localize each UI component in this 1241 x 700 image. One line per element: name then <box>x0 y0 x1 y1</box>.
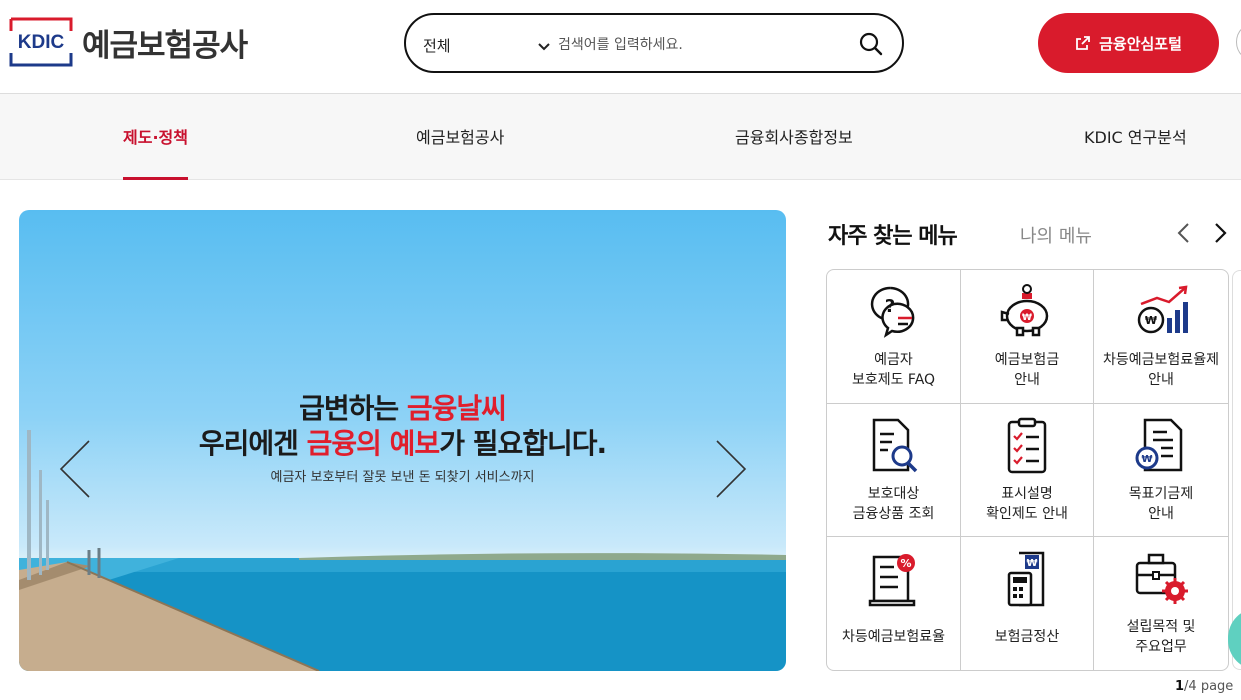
kdic-logo-badge: KDIC <box>9 17 73 67</box>
banner-prev-arrow-icon[interactable] <box>59 440 91 502</box>
quick-menu-label: 예금자 보호제도 FAQ <box>851 352 936 388</box>
site-header: KDIC 예금보험공사 전체 금융안심포털 <box>0 0 1241 94</box>
main-banner[interactable]: 급변하는 금융날씨 우리에겐 금융의 예보가 필요합니다. 예금자 보호부터 잘… <box>19 210 786 671</box>
coin-chart-icon: ₩ <box>1137 285 1188 334</box>
banner-subtext: 예금자 보호부터 잘못 보낸 돈 되찾기 서비스까지 <box>270 470 535 485</box>
nav-item-research[interactable]: KDIC 연구분석 <box>1084 94 1187 180</box>
my-menu-tab[interactable]: 나의 메뉴 <box>1020 222 1092 248</box>
piggy-bank-icon: ₩ <box>1000 284 1049 337</box>
banner-headline-2-tail: 가 필요합니다. <box>439 427 607 460</box>
quick-menu-label: 표시설명 확인제도 안내 <box>986 486 1068 522</box>
quick-menu-item[interactable]: ₩ 보험금정산 <box>961 537 1094 670</box>
banner-headline-1-highlight: 금융날씨 <box>406 392 507 425</box>
next-card-peek <box>1232 270 1241 670</box>
search-input[interactable] <box>556 33 846 57</box>
quick-menu-title[interactable]: 자주 찾는 메뉴 <box>828 218 958 250</box>
org-name: 예금보험공사 <box>82 27 248 64</box>
quick-menu-item[interactable]: ₩ 차등예금보험료율제 안내 <box>1094 270 1228 404</box>
quick-menu-label: 차등예금보험료율제 안내 <box>1103 352 1219 388</box>
pager-total: /4 page <box>1184 679 1234 694</box>
quick-menu-item[interactable]: 설립목적 및 주요업무 <box>1094 537 1228 670</box>
portal-button-label: 금융안심포털 <box>1099 34 1182 53</box>
quick-menu-item[interactable]: ? 예금자 보호제도 FAQ <box>827 270 961 404</box>
quick-menu-item[interactable]: % 차등예금보험료율 <box>827 537 961 670</box>
quick-menu-item[interactable]: 보호대상 금융상품 조회 <box>827 404 961 537</box>
svg-text:₩: ₩ <box>1026 558 1037 569</box>
checklist-icon <box>1007 417 1047 474</box>
chevron-down-icon[interactable] <box>538 37 550 56</box>
quick-menu-grid: ? 예금자 보호제도 FAQ ₩ 예금보험금 안내 ₩ 차등예금보험료율제 안내… <box>826 269 1229 671</box>
percent-document-icon: % <box>868 554 915 607</box>
quick-menu-label: 보호대상 금융상품 조회 <box>852 486 935 522</box>
banner-headline-1-text: 급변하는 <box>299 392 407 425</box>
svg-text:₩: ₩ <box>1022 313 1032 323</box>
quick-menu-label: 예금보험금 안내 <box>994 352 1060 388</box>
briefcase-gear-icon <box>1135 553 1188 604</box>
document-search-icon <box>872 418 917 473</box>
main-nav: 제도·정책 예금보험공사 금융회사종합정보 KDIC 연구분석 <box>0 94 1241 180</box>
quick-menu-item[interactable]: ₩ 예금보험금 안내 <box>961 270 1094 404</box>
nav-item-policy[interactable]: 제도·정책 <box>123 94 188 180</box>
search-scope-select[interactable]: 전체 <box>423 35 451 56</box>
quick-menu-pager: 1/4 page <box>1175 679 1233 694</box>
logo-text: KDIC <box>18 32 65 53</box>
financial-portal-button[interactable]: 금융안심포털 <box>1038 13 1219 73</box>
nav-item-financial-info[interactable]: 금융회사종합정보 <box>735 94 853 180</box>
quick-menu-item[interactable]: ₩ 목표기금제 안내 <box>1094 404 1228 537</box>
quick-menu-label: 보험금정산 <box>994 629 1060 645</box>
pager-current: 1 <box>1175 679 1185 694</box>
header-extra-button[interactable] <box>1236 22 1241 62</box>
quick-menu-label: 차등예금보험료율 <box>841 629 946 645</box>
svg-text:₩: ₩ <box>1145 314 1157 327</box>
search-icon[interactable] <box>858 31 884 61</box>
calculator-icon: ₩ <box>1007 551 1045 607</box>
banner-headline-2-text: 우리에겐 <box>198 427 307 460</box>
quick-menu-label: 목표기금제 안내 <box>1128 486 1194 522</box>
banner-headline-2-highlight: 금융의 예보 <box>306 427 441 460</box>
nav-item-kdic[interactable]: 예금보험공사 <box>416 94 504 180</box>
search-bar: 전체 <box>404 13 904 73</box>
quick-menu-prev-icon[interactable] <box>1176 222 1190 248</box>
banner-headline-2: 우리에겐 금융의 예보가 필요합니다. <box>19 422 786 462</box>
svg-text:?: ? <box>884 296 894 317</box>
external-link-icon <box>1076 36 1090 50</box>
kdic-logo[interactable]: KDIC 예금보험공사 <box>9 17 248 67</box>
quick-menu-next-icon[interactable] <box>1214 222 1228 248</box>
faq-chat-icon: ? <box>870 286 914 338</box>
svg-text:%: % <box>900 557 911 570</box>
quick-menu-label: 설립목적 및 주요업무 <box>1126 619 1196 655</box>
banner-next-arrow-icon[interactable] <box>715 440 747 502</box>
quick-menu-item[interactable]: 표시설명 확인제도 안내 <box>961 404 1094 537</box>
won-document-icon: ₩ <box>1135 418 1183 472</box>
svg-text:₩: ₩ <box>1141 454 1152 465</box>
banner-headline-1: 급변하는 금융날씨 <box>19 387 786 427</box>
